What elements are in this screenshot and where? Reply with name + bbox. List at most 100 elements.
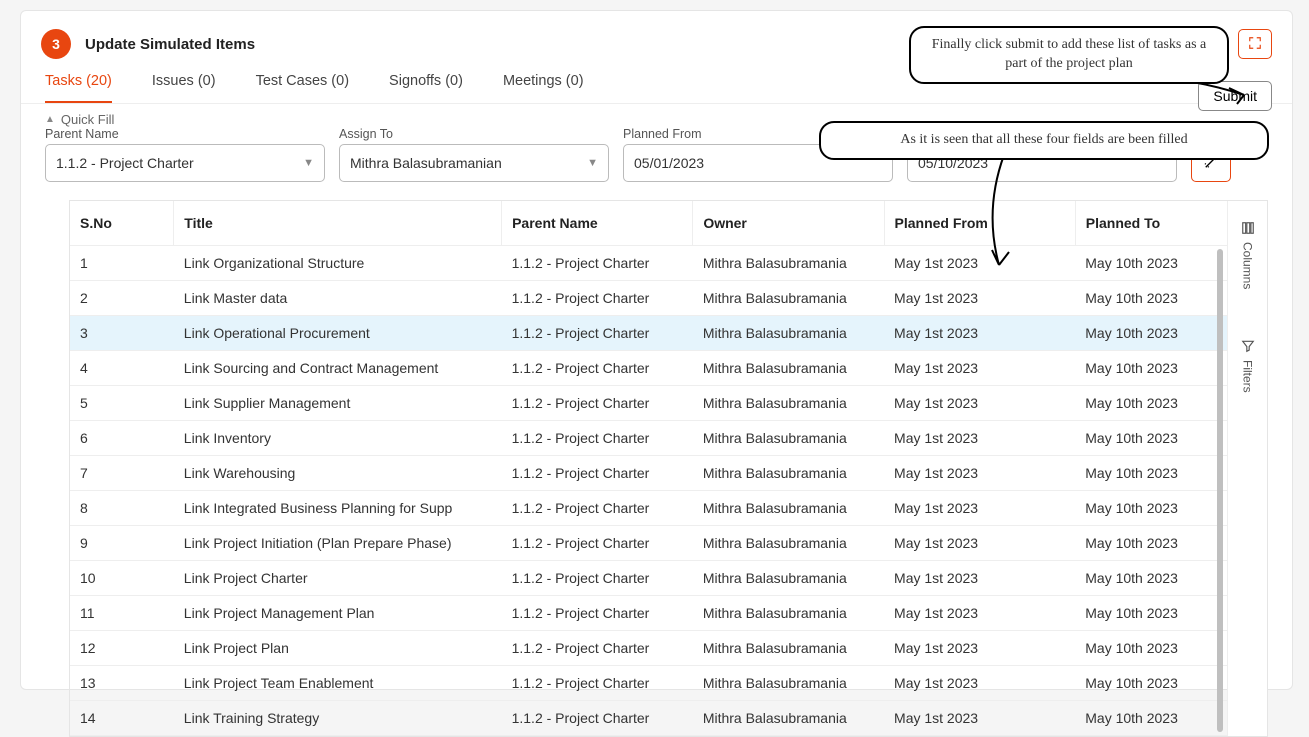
cell-from: May 1st 2023 <box>884 351 1075 386</box>
annotation-tail-icon <box>974 150 1034 270</box>
cell-owner: Mithra Balasubramania <box>693 666 884 701</box>
cell-from: May 1st 2023 <box>884 526 1075 561</box>
filter-icon <box>1241 339 1255 356</box>
planned-from-value: 05/01/2023 <box>634 155 704 171</box>
cell-parent: 1.1.2 - Project Charter <box>502 246 693 281</box>
cell-title: Link Integrated Business Planning for Su… <box>174 491 502 526</box>
cell-sno: 7 <box>70 456 174 491</box>
filters-tool[interactable]: Filters <box>1241 339 1255 393</box>
chevron-down-icon: ▼ <box>303 157 314 169</box>
cell-sno: 6 <box>70 421 174 456</box>
cell-from: May 1st 2023 <box>884 666 1075 701</box>
cell-title: Link Operational Procurement <box>174 316 502 351</box>
col-title[interactable]: Title <box>174 201 502 246</box>
cell-sno: 3 <box>70 316 174 351</box>
table-row[interactable]: 7Link Warehousing1.1.2 - Project Charter… <box>70 456 1267 491</box>
tab-tasks[interactable]: Tasks (20) <box>45 73 112 103</box>
tab-issues[interactable]: Issues (0) <box>152 73 216 103</box>
cell-from: May 1st 2023 <box>884 281 1075 316</box>
cell-title: Link Project Charter <box>174 561 502 596</box>
cell-parent: 1.1.2 - Project Charter <box>502 701 693 736</box>
col-sno[interactable]: S.No <box>70 201 174 246</box>
cell-title: Link Project Team Enablement <box>174 666 502 701</box>
cell-title: Link Inventory <box>174 421 502 456</box>
table-row[interactable]: 11Link Project Management Plan1.1.2 - Pr… <box>70 596 1267 631</box>
chevron-down-icon: ▼ <box>587 157 598 169</box>
parent-name-select[interactable]: 1.1.2 - Project Charter ▼ <box>45 144 325 182</box>
cell-parent: 1.1.2 - Project Charter <box>502 631 693 666</box>
table-row[interactable]: 9Link Project Initiation (Plan Prepare P… <box>70 526 1267 561</box>
cell-owner: Mithra Balasubramania <box>693 596 884 631</box>
cell-from: May 1st 2023 <box>884 421 1075 456</box>
cell-from: May 1st 2023 <box>884 491 1075 526</box>
cell-parent: 1.1.2 - Project Charter <box>502 351 693 386</box>
parent-name-label: Parent Name <box>45 127 325 141</box>
assign-to-value: Mithra Balasubramanian <box>350 155 502 171</box>
cell-sno: 10 <box>70 561 174 596</box>
cell-from: May 1st 2023 <box>884 456 1075 491</box>
table-row[interactable]: 13Link Project Team Enablement1.1.2 - Pr… <box>70 666 1267 701</box>
cell-sno: 1 <box>70 246 174 281</box>
cell-owner: Mithra Balasubramania <box>693 561 884 596</box>
cell-parent: 1.1.2 - Project Charter <box>502 316 693 351</box>
assign-to-select[interactable]: Mithra Balasubramanian ▼ <box>339 144 609 182</box>
tasks-table: S.No Title Parent Name Owner Planned Fro… <box>70 201 1267 736</box>
cell-from: May 1st 2023 <box>884 701 1075 736</box>
cell-title: Link Master data <box>174 281 502 316</box>
table-row[interactable]: 14Link Training Strategy1.1.2 - Project … <box>70 701 1267 736</box>
assign-to-label: Assign To <box>339 127 609 141</box>
tab-meetings[interactable]: Meetings (0) <box>503 73 584 103</box>
cell-owner: Mithra Balasubramania <box>693 701 884 736</box>
cell-sno: 12 <box>70 631 174 666</box>
cell-title: Link Project Initiation (Plan Prepare Ph… <box>174 526 502 561</box>
columns-icon <box>1241 221 1255 238</box>
cell-from: May 1st 2023 <box>884 631 1075 666</box>
cell-owner: Mithra Balasubramania <box>693 631 884 666</box>
table-row[interactable]: 10Link Project Charter1.1.2 - Project Ch… <box>70 561 1267 596</box>
table-row[interactable]: 2Link Master data1.1.2 - Project Charter… <box>70 281 1267 316</box>
cell-owner: Mithra Balasubramania <box>693 246 884 281</box>
cell-owner: Mithra Balasubramania <box>693 491 884 526</box>
columns-tool[interactable]: Columns <box>1241 221 1255 289</box>
cell-owner: Mithra Balasubramania <box>693 316 884 351</box>
vertical-scrollbar[interactable] <box>1217 249 1223 732</box>
cell-from: May 1st 2023 <box>884 386 1075 421</box>
cell-owner: Mithra Balasubramania <box>693 281 884 316</box>
table-row[interactable]: 5Link Supplier Management1.1.2 - Project… <box>70 386 1267 421</box>
table-row[interactable]: 6Link Inventory1.1.2 - Project CharterMi… <box>70 421 1267 456</box>
collapse-icon: ▲ <box>45 114 55 125</box>
filters-tool-label: Filters <box>1241 360 1255 393</box>
cell-parent: 1.1.2 - Project Charter <box>502 526 693 561</box>
cell-from: May 1st 2023 <box>884 561 1075 596</box>
cell-owner: Mithra Balasubramania <box>693 351 884 386</box>
col-parent[interactable]: Parent Name <box>502 201 693 246</box>
cell-sno: 4 <box>70 351 174 386</box>
expand-button[interactable] <box>1238 29 1272 59</box>
columns-tool-label: Columns <box>1241 242 1255 289</box>
annotation-fields: As it is seen that all these four fields… <box>819 121 1269 160</box>
table-row[interactable]: 4Link Sourcing and Contract Management1.… <box>70 351 1267 386</box>
annotation-submit: Finally click submit to add these list o… <box>909 26 1229 84</box>
cell-title: Link Organizational Structure <box>174 246 502 281</box>
cell-owner: Mithra Balasubramania <box>693 386 884 421</box>
table-row[interactable]: 1Link Organizational Structure1.1.2 - Pr… <box>70 246 1267 281</box>
tab-signoffs[interactable]: Signoffs (0) <box>389 73 463 103</box>
cell-title: Link Training Strategy <box>174 701 502 736</box>
cell-parent: 1.1.2 - Project Charter <box>502 421 693 456</box>
tab-testcases[interactable]: Test Cases (0) <box>256 73 349 103</box>
cell-parent: 1.1.2 - Project Charter <box>502 491 693 526</box>
cell-parent: 1.1.2 - Project Charter <box>502 456 693 491</box>
cell-sno: 2 <box>70 281 174 316</box>
quick-fill-label: Quick Fill <box>61 112 114 127</box>
cell-sno: 11 <box>70 596 174 631</box>
cell-title: Link Sourcing and Contract Management <box>174 351 502 386</box>
cell-title: Link Project Plan <box>174 631 502 666</box>
cell-parent: 1.1.2 - Project Charter <box>502 596 693 631</box>
table-row[interactable]: 3Link Operational Procurement1.1.2 - Pro… <box>70 316 1267 351</box>
cell-title: Link Warehousing <box>174 456 502 491</box>
table-row[interactable]: 8Link Integrated Business Planning for S… <box>70 491 1267 526</box>
cell-owner: Mithra Balasubramania <box>693 456 884 491</box>
cell-sno: 14 <box>70 701 174 736</box>
table-row[interactable]: 12Link Project Plan1.1.2 - Project Chart… <box>70 631 1267 666</box>
col-owner[interactable]: Owner <box>693 201 884 246</box>
